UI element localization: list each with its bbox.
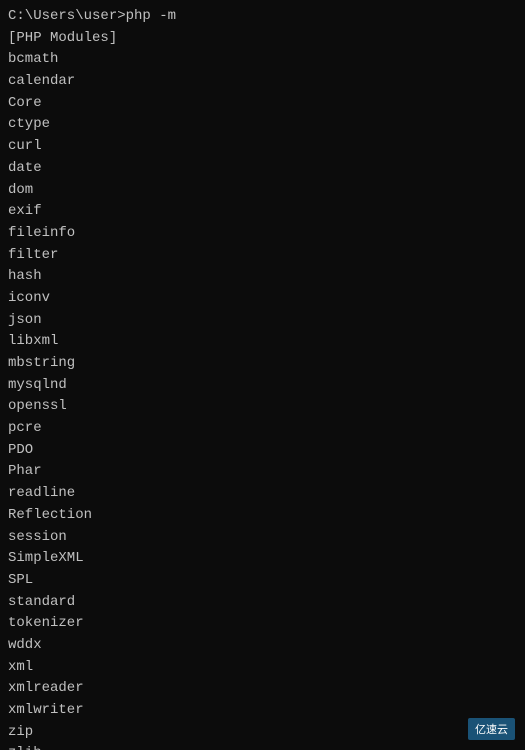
modules-list: bcmathcalendarCorectypecurldatedomexiffi… <box>8 49 517 750</box>
module-line: wddx <box>8 635 517 657</box>
module-line: fileinfo <box>8 223 517 245</box>
module-line: zip <box>8 722 517 744</box>
watermark-badge: 亿速云 <box>468 718 515 740</box>
module-line: PDO <box>8 440 517 462</box>
module-line: standard <box>8 592 517 614</box>
module-line: curl <box>8 136 517 158</box>
module-line: mysqlnd <box>8 375 517 397</box>
module-line: calendar <box>8 71 517 93</box>
module-line: ctype <box>8 114 517 136</box>
module-line: libxml <box>8 331 517 353</box>
module-line: filter <box>8 245 517 267</box>
terminal-window: C:\Users\user>php -m [PHP Modules] bcmat… <box>0 0 525 750</box>
module-line: mbstring <box>8 353 517 375</box>
watermark-text: 亿速云 <box>475 724 508 736</box>
module-line: SPL <box>8 570 517 592</box>
module-line: iconv <box>8 288 517 310</box>
module-line: Reflection <box>8 505 517 527</box>
module-line: Phar <box>8 461 517 483</box>
module-line: pcre <box>8 418 517 440</box>
module-line: bcmath <box>8 49 517 71</box>
module-line: xmlreader <box>8 678 517 700</box>
module-line: xmlwriter <box>8 700 517 722</box>
module-line: zlib <box>8 743 517 750</box>
module-line: exif <box>8 201 517 223</box>
php-modules-header: [PHP Modules] <box>8 28 517 50</box>
module-line: readline <box>8 483 517 505</box>
module-line: openssl <box>8 396 517 418</box>
module-line: Core <box>8 93 517 115</box>
module-line: SimpleXML <box>8 548 517 570</box>
module-line: dom <box>8 180 517 202</box>
module-line: session <box>8 527 517 549</box>
module-line: tokenizer <box>8 613 517 635</box>
module-line: date <box>8 158 517 180</box>
module-line: xml <box>8 657 517 679</box>
module-line: hash <box>8 266 517 288</box>
command-prompt: C:\Users\user>php -m <box>8 6 517 28</box>
module-line: json <box>8 310 517 332</box>
